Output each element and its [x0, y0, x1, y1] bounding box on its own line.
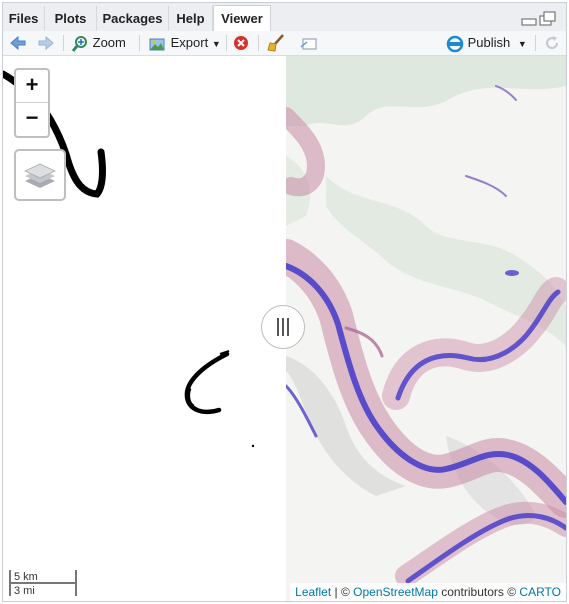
back-arrow-icon	[10, 35, 26, 51]
leaflet-link[interactable]: Leaflet	[295, 585, 331, 599]
openstreetmap-link[interactable]: OpenStreetMap	[353, 585, 438, 599]
viewer-toolbar: Zoom Export ▼ Publish ▼	[3, 31, 566, 56]
refresh-icon	[546, 36, 559, 50]
export-dropdown-icon: ▼	[211, 39, 221, 49]
attribution-separator: | ©	[331, 585, 354, 599]
zoom-button[interactable]: Zoom	[71, 33, 126, 53]
window-controls	[520, 11, 558, 27]
zoom-label: Zoom	[92, 35, 126, 50]
map-attribution: Leaflet | © OpenStreetMap contributors ©…	[290, 583, 566, 601]
popout-icon	[300, 38, 317, 50]
forward-arrow-icon	[38, 35, 54, 51]
broom-icon	[267, 34, 284, 52]
back-button[interactable]	[9, 33, 27, 53]
scale-mi: 3 mi	[9, 582, 77, 597]
minimize-icon[interactable]	[521, 18, 537, 26]
layers-icon	[24, 163, 56, 188]
export-label: Export	[170, 35, 209, 50]
zoom-out-button[interactable]: −	[16, 102, 48, 135]
drag-handle-icon	[277, 318, 289, 336]
tab-files[interactable]: Files	[3, 6, 45, 31]
tab-viewer[interactable]: Viewer	[213, 5, 271, 32]
zoom-in-button[interactable]: +	[16, 70, 48, 102]
forward-button[interactable]	[37, 33, 55, 53]
scale-bar: 5 km 3 mi	[9, 570, 77, 597]
layers-control-button[interactable]	[14, 149, 66, 201]
zoom-icon	[71, 35, 87, 52]
tab-help[interactable]: Help	[169, 6, 213, 31]
tab-plots[interactable]: Plots	[45, 6, 97, 31]
map-viewer[interactable]: + − 5 km 3 mi Leaflet | © OpenStreetMap …	[3, 56, 566, 601]
popout-button[interactable]	[299, 33, 319, 53]
carto-link[interactable]: CARTO	[519, 585, 561, 599]
tab-bar: Files Plots Packages Help Viewer	[3, 3, 566, 32]
export-button[interactable]: Export ▼	[147, 33, 221, 53]
tab-packages[interactable]: Packages	[97, 6, 169, 31]
publish-button[interactable]: Publish ▼	[446, 33, 527, 53]
swipe-handle[interactable]	[261, 305, 305, 349]
stop-button[interactable]	[232, 33, 250, 53]
publish-icon	[446, 35, 464, 52]
publish-label: Publish	[467, 35, 511, 50]
publish-dropdown-icon: ▼	[517, 39, 527, 49]
stop-icon	[234, 36, 248, 50]
right-map-layer	[286, 56, 566, 601]
maximize-icon[interactable]	[539, 11, 556, 26]
viewer-pane: Files Plots Packages Help Viewer Zoom Ex…	[2, 2, 567, 602]
export-icon	[149, 38, 165, 51]
attribution-contributors: contributors ©	[437, 585, 520, 599]
zoom-control: + −	[14, 68, 50, 138]
clear-viewer-button[interactable]	[266, 33, 286, 53]
refresh-button[interactable]	[543, 33, 561, 53]
